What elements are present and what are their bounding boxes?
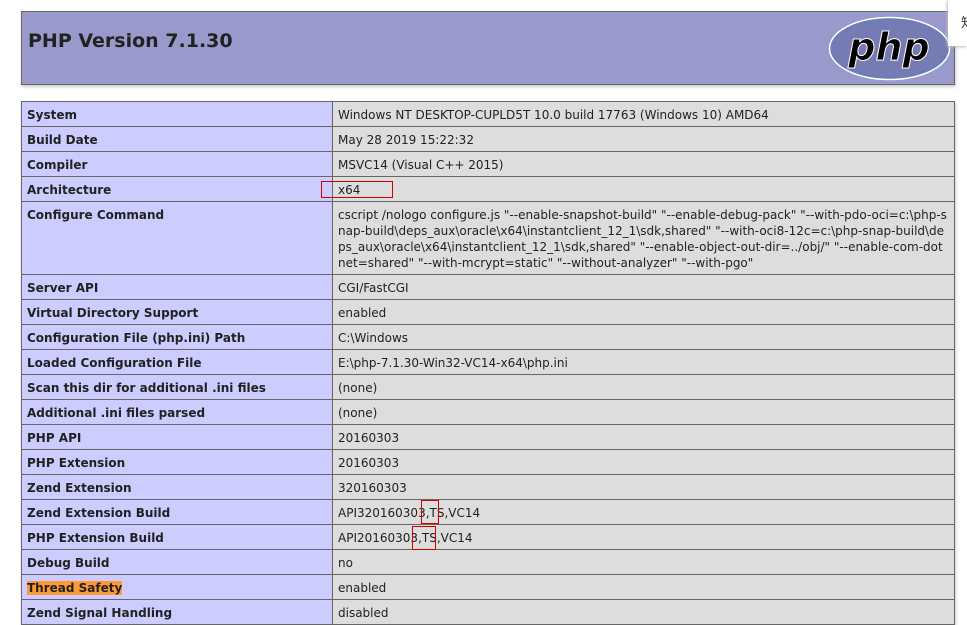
page-title: PHP Version 7.1.30 — [28, 30, 233, 52]
table-row: Virtual Directory Support enabled — [21, 299, 955, 325]
php-logo[interactable]: php — [828, 16, 951, 81]
overlay-popup-text: 知 — [961, 12, 967, 31]
row-key: Zend Extension Build — [21, 499, 333, 525]
table-row: Debug Build no — [21, 549, 955, 575]
php-info-table: System Windows NT DESKTOP-CUPLD5T 10.0 bu… — [21, 101, 955, 625]
table-row: Thread Safety enabled — [21, 574, 955, 600]
row-key: Configuration File (php.ini) Path — [21, 324, 333, 350]
row-value: (none) — [332, 374, 955, 400]
php-version-header: PHP Version 7.1.30 php — [21, 11, 955, 85]
row-key: PHP Extension — [21, 449, 333, 475]
row-value: CGI/FastCGI — [332, 274, 955, 300]
overlay-popup-edge: 知 — [948, 0, 967, 46]
row-value: enabled — [332, 299, 955, 325]
row-value: cscript /nologo configure.js "--enable-s… — [332, 201, 955, 275]
row-key-thread-safety: Thread Safety — [21, 574, 333, 600]
row-key: Compiler — [21, 151, 333, 177]
row-value: 320160303 — [332, 474, 955, 500]
row-value: enabled — [332, 574, 955, 600]
row-key: Debug Build — [21, 549, 333, 575]
row-value: (none) — [332, 399, 955, 425]
row-value: 20160303 — [332, 424, 955, 450]
table-row: Zend Signal Handling disabled — [21, 599, 955, 625]
table-row: PHP Extension Build API20160303,TS,VC14 — [21, 524, 955, 550]
table-row: Configuration File (php.ini) Path C:\Wind… — [21, 324, 955, 350]
table-row: Build Date May 28 2019 15:22:32 — [21, 126, 955, 152]
row-value: C:\Windows — [332, 324, 955, 350]
php-logo-text: php — [847, 25, 929, 69]
row-value: no — [332, 549, 955, 575]
row-key: Build Date — [21, 126, 333, 152]
row-key: PHP Extension Build — [21, 524, 333, 550]
table-row: PHP Extension 20160303 — [21, 449, 955, 475]
row-key: Loaded Configuration File — [21, 349, 333, 375]
row-key: Configure Command — [21, 201, 333, 275]
row-value: E:\php-7.1.30-Win32-VC14-x64\php.ini — [332, 349, 955, 375]
row-key: Zend Extension — [21, 474, 333, 500]
php-info-table-body: System Windows NT DESKTOP-CUPLD5T 10.0 bu… — [21, 101, 955, 625]
row-value: MSVC14 (Visual C++ 2015) — [332, 151, 955, 177]
row-key: Server API — [21, 274, 333, 300]
table-row: Scan this dir for additional .ini files(… — [21, 374, 955, 400]
table-row: Configure Command cscript /nologo configu… — [21, 201, 955, 275]
table-row: Zend Extension 320160303 — [21, 474, 955, 500]
row-value: API320160303,TS,VC14 — [332, 499, 955, 525]
row-key: Virtual Directory Support — [21, 299, 333, 325]
row-key: Zend Signal Handling — [21, 599, 333, 625]
table-row: Compiler MSVC14 (Visual C++ 2015) — [21, 151, 955, 177]
row-key: Scan this dir for additional .ini files — [21, 374, 333, 400]
table-row: Additional .ini files parsed (none) — [21, 399, 955, 425]
row-value: x64 — [332, 176, 955, 202]
row-key: Architecture — [21, 176, 333, 202]
table-row: System Windows NT DESKTOP-CUPLD5T 10.0 bu… — [21, 101, 955, 127]
table-row: Zend Extension Build API320160303,TS,VC14 — [21, 499, 955, 525]
table-row: Loaded Configuration File E:\php-7.1.30-W… — [21, 349, 955, 375]
row-key: System — [21, 101, 333, 127]
row-value: May 28 2019 15:22:32 — [332, 126, 955, 152]
table-row: PHP API 20160303 — [21, 424, 955, 450]
row-key: PHP API — [21, 424, 333, 450]
table-row: Architecture x64 — [21, 176, 955, 202]
table-row: Server API CGI/FastCGI — [21, 274, 955, 300]
row-value: API20160303,TS,VC14 — [332, 524, 955, 550]
row-value: disabled — [332, 599, 955, 625]
row-value: 20160303 — [332, 449, 955, 475]
thread-safety-highlight: Thread Safety — [27, 581, 123, 595]
row-value: Windows NT DESKTOP-CUPLD5T 10.0 build 17… — [332, 101, 955, 127]
row-key: Additional .ini files parsed — [21, 399, 333, 425]
